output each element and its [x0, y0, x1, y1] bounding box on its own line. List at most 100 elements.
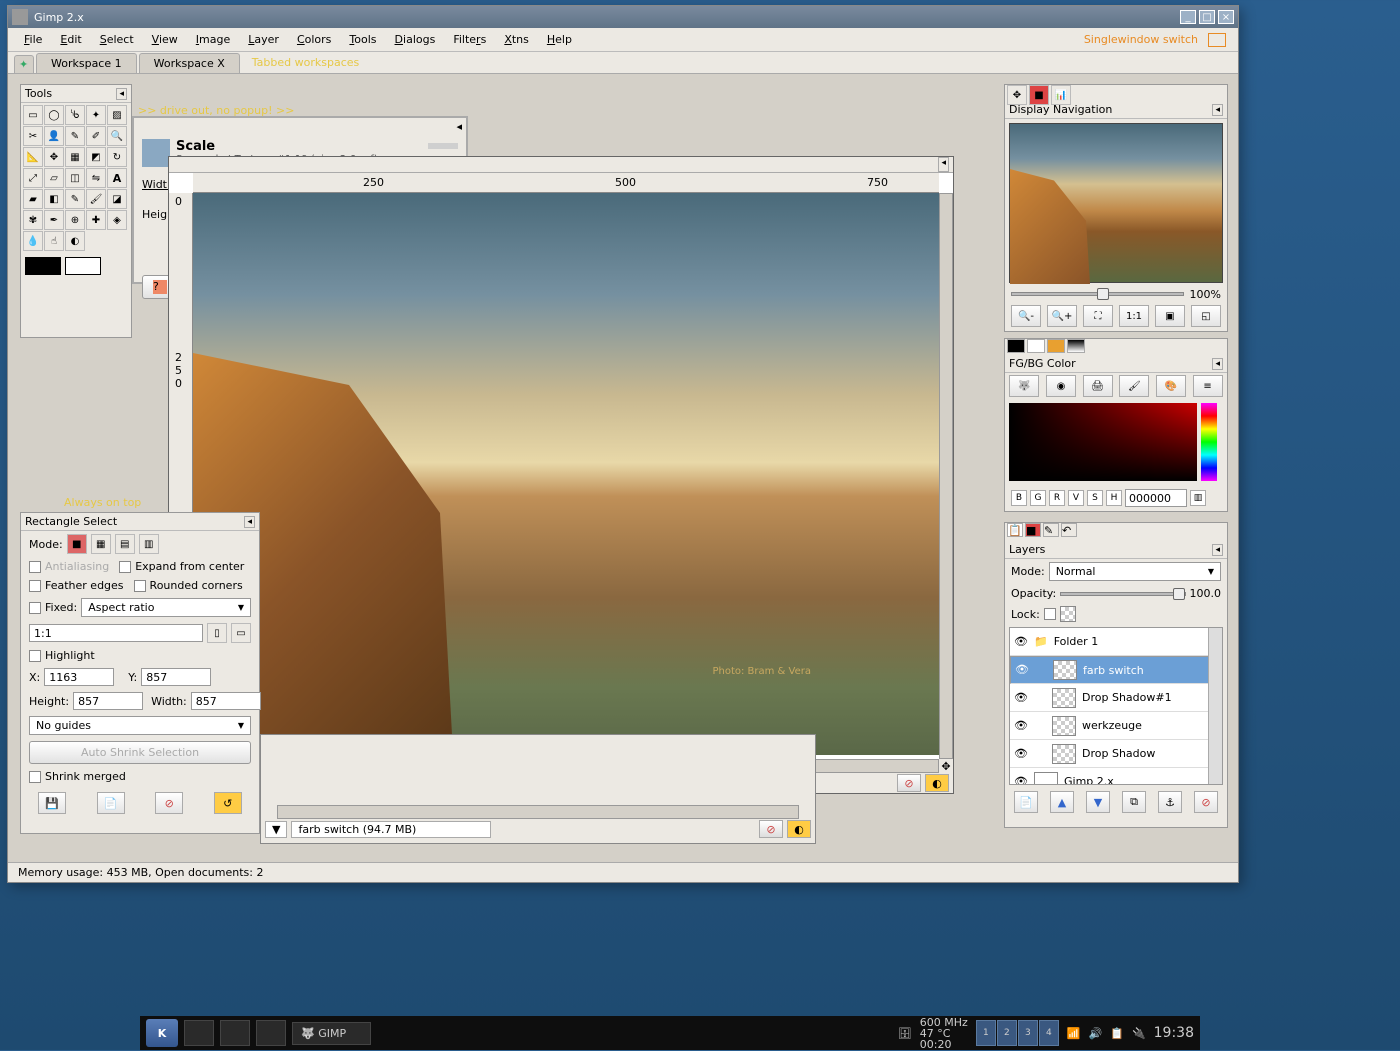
tool-bucket[interactable]: ▰ [23, 189, 43, 209]
layer-item[interactable]: 👁Drop Shadow [1010, 740, 1222, 768]
layer-delete-icon[interactable]: ⊘ [1194, 791, 1218, 813]
nav-tab-icon[interactable]: ■ [1029, 85, 1049, 105]
bg-color-swatch[interactable] [65, 257, 101, 275]
color-pick-icon[interactable]: ▥ [1190, 490, 1206, 506]
ltab-layers[interactable]: 📋 [1007, 523, 1023, 537]
fg-color-swatch[interactable] [25, 257, 61, 275]
cancel-icon-2[interactable]: ⊘ [759, 820, 783, 838]
files-button[interactable] [256, 1020, 286, 1046]
menu-tools[interactable]: Tools [341, 30, 384, 49]
tool-measure[interactable]: 📐 [23, 147, 43, 167]
menu-file[interactable]: File [16, 30, 50, 49]
layers-scrollbar[interactable] [1208, 628, 1222, 784]
tool-ellipse-select[interactable]: ◯ [44, 105, 64, 125]
tool-dodge[interactable]: ◐ [65, 231, 85, 251]
eye-icon[interactable]: 👁 [1014, 775, 1028, 786]
layer-item[interactable]: 👁farb switch [1010, 656, 1222, 684]
canvas[interactable]: Photo: Bram & Vera [193, 193, 941, 755]
menu-layer[interactable]: Layer [240, 30, 287, 49]
highlight-check[interactable] [29, 650, 41, 662]
menu-dialogs[interactable]: Dialogs [387, 30, 444, 49]
fixed-check[interactable] [29, 602, 41, 614]
tool-perspective[interactable]: ◫ [65, 168, 85, 188]
tray-vol-icon[interactable]: 🔊 [1089, 1027, 1103, 1040]
sys-drive-icon[interactable]: 🗄 [898, 1027, 912, 1040]
ctab-4[interactable] [1067, 339, 1085, 353]
zoom-1-icon[interactable]: 1:1 [1119, 305, 1149, 327]
tool-clone[interactable]: ⊕ [65, 210, 85, 230]
toggle-icon[interactable]: ◐ [925, 774, 949, 792]
tool-paintbrush[interactable]: 🖌 [86, 189, 106, 209]
ratio-input[interactable] [29, 624, 203, 642]
color-gimp-icon[interactable]: 🐺 [1009, 375, 1039, 397]
c-b[interactable]: B [1011, 490, 1027, 506]
tool-scale[interactable]: ⤢ [23, 168, 43, 188]
c-r[interactable]: R [1049, 490, 1065, 506]
layer-item[interactable]: 👁Gimp 2.x [1010, 768, 1222, 785]
mode-subtract[interactable]: ▤ [115, 534, 135, 554]
nav-zoom-slider[interactable] [1011, 292, 1184, 296]
lock-alpha-check[interactable] [1044, 608, 1056, 620]
color-wheel-icon[interactable]: ◉ [1046, 375, 1076, 397]
c-s[interactable]: S [1087, 490, 1103, 506]
tool-foreground[interactable]: 👤 [44, 126, 64, 146]
nav-corner-icon[interactable]: ✥ [939, 759, 953, 773]
nav-move-icon[interactable]: ✥ [1007, 85, 1027, 105]
tool-pencil[interactable]: ✎ [65, 189, 85, 209]
layers-mode-select[interactable]: Normal [1049, 562, 1221, 581]
tool-pclone[interactable]: ◈ [107, 210, 127, 230]
menu-help[interactable]: Help [539, 30, 580, 49]
ratio-portrait[interactable]: ▯ [207, 623, 227, 643]
toolopt-restore-icon[interactable]: 📄 [97, 792, 125, 814]
menu-xtns[interactable]: Xtns [496, 30, 537, 49]
tool-zoom[interactable]: 🔍 [107, 126, 127, 146]
imgwin-dock-icon[interactable]: ◂ [938, 157, 949, 172]
toolopt-reset-icon[interactable]: ↺ [214, 792, 242, 814]
tool-crop[interactable]: ◩ [86, 147, 106, 167]
scale-dock-icon[interactable]: ◂ [456, 120, 462, 133]
tool-color-select[interactable]: ▨ [107, 105, 127, 125]
tray-net-icon[interactable]: 📶 [1067, 1027, 1081, 1040]
h-scrollbar-2[interactable] [277, 805, 799, 819]
tool-move[interactable]: ✥ [44, 147, 64, 167]
mode-intersect[interactable]: ▥ [139, 534, 159, 554]
zoom-fill-icon[interactable]: ▣ [1155, 305, 1185, 327]
color-palette-icon[interactable]: 🎨 [1156, 375, 1186, 397]
h-input[interactable] [73, 692, 143, 710]
tool-rect-select[interactable]: ▭ [23, 105, 43, 125]
layer-item[interactable]: 👁Drop Shadow#1 [1010, 684, 1222, 712]
layer-dup-icon[interactable]: ⧉ [1122, 791, 1146, 813]
rounded-check[interactable] [134, 580, 146, 592]
taskbar-app-gimp[interactable]: 🐺 GIMP [292, 1022, 371, 1045]
tool-scissors[interactable]: ✂ [23, 126, 43, 146]
horizontal-ruler[interactable]: 250 500 750 [193, 173, 939, 193]
tool-heal[interactable]: ✚ [86, 210, 106, 230]
color-dock-icon[interactable]: ◂ [1212, 358, 1223, 370]
layer-down-icon[interactable]: ▼ [1086, 791, 1110, 813]
nav-dock-icon[interactable]: ◂ [1212, 104, 1223, 116]
color-sliders-icon[interactable]: ≡ [1193, 375, 1223, 397]
singlewindow-icon[interactable] [1208, 33, 1226, 47]
y-input[interactable] [141, 668, 211, 686]
tool-free-select[interactable]: ᔎ [65, 105, 85, 125]
tool-smudge[interactable]: ☝ [44, 231, 64, 251]
tab-workspace1[interactable]: Workspace 1 [36, 53, 137, 73]
minimize-button[interactable]: _ [1180, 10, 1196, 24]
ctab-bg[interactable] [1027, 339, 1045, 353]
close-button[interactable]: × [1218, 10, 1234, 24]
toggle-icon-2[interactable]: ◐ [787, 820, 811, 838]
tool-rotate[interactable]: ↻ [107, 147, 127, 167]
clock[interactable]: 19:38 [1154, 1025, 1194, 1041]
menu-view[interactable]: View [144, 30, 186, 49]
lock-alpha-icon[interactable] [1060, 606, 1076, 622]
tool-align[interactable]: ▦ [65, 147, 85, 167]
mode-add[interactable]: ▦ [91, 534, 111, 554]
tool-fuzzy-select[interactable]: ✦ [86, 105, 106, 125]
layer-item[interactable]: 👁werkzeuge [1010, 712, 1222, 740]
pager-1[interactable]: 1 [976, 1020, 996, 1046]
expand-check[interactable] [119, 561, 131, 573]
ratio-landscape[interactable]: ▭ [231, 623, 251, 643]
ltab-channels[interactable]: ■ [1025, 523, 1041, 537]
tray-clip-icon[interactable]: 📋 [1110, 1027, 1124, 1040]
menu-colors[interactable]: Colors [289, 30, 339, 49]
